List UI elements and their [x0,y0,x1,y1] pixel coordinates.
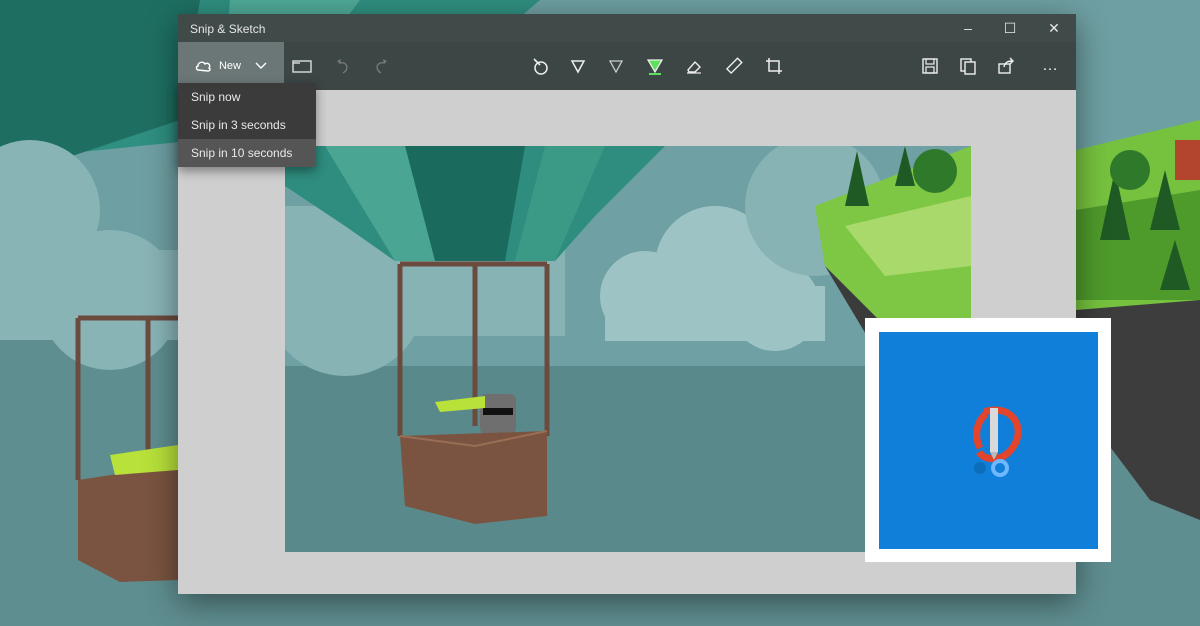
new-label: New [218,60,241,72]
copy-button[interactable] [950,42,986,90]
pencil-icon [608,58,624,74]
title-bar: Snip & Sketch – ☐ ✕ [178,14,1076,42]
menu-item-snip-3-seconds[interactable]: Snip in 3 seconds [178,111,316,139]
save-button[interactable] [912,42,948,90]
highlighter-button[interactable] [636,42,674,90]
close-button[interactable]: ✕ [1034,14,1074,42]
touch-writing-button[interactable] [522,42,558,90]
more-options-button[interactable]: … [1030,42,1070,90]
save-icon [921,57,939,75]
logo-background [879,332,1098,549]
more-icon: … [1042,57,1058,74]
share-icon [997,57,1015,75]
menu-item-snip-now[interactable]: Snip now [178,83,316,111]
app-logo-tile [865,318,1111,562]
snip-icon [195,58,213,74]
copy-icon [959,57,977,75]
eraser-button[interactable] [676,42,712,90]
minimize-button[interactable]: – [948,14,988,42]
share-button[interactable] [988,42,1024,90]
crop-icon [765,57,783,75]
chevron-down-icon[interactable] [255,62,267,70]
folder-icon [292,58,312,74]
touch-writing-icon [530,56,550,76]
ballpoint-pen-button[interactable] [560,42,596,90]
undo-icon [335,57,351,75]
redo-button[interactable] [364,42,398,90]
ballpoint-pen-icon [570,58,586,74]
ruler-button[interactable] [716,42,752,90]
highlighter-icon [646,57,664,75]
ruler-icon [725,57,743,75]
new-snip-menu: Snip now Snip in 3 seconds Snip in 10 se… [178,83,316,167]
snip-and-sketch-logo-icon [973,406,1022,477]
window-title: Snip & Sketch [190,22,266,36]
pencil-button[interactable] [598,42,634,90]
menu-item-snip-10-seconds[interactable]: Snip in 10 seconds [178,139,316,167]
eraser-icon [685,58,703,74]
undo-button[interactable] [326,42,360,90]
crop-button[interactable] [756,42,792,90]
maximize-button[interactable]: ☐ [990,14,1030,42]
redo-icon [373,57,389,75]
